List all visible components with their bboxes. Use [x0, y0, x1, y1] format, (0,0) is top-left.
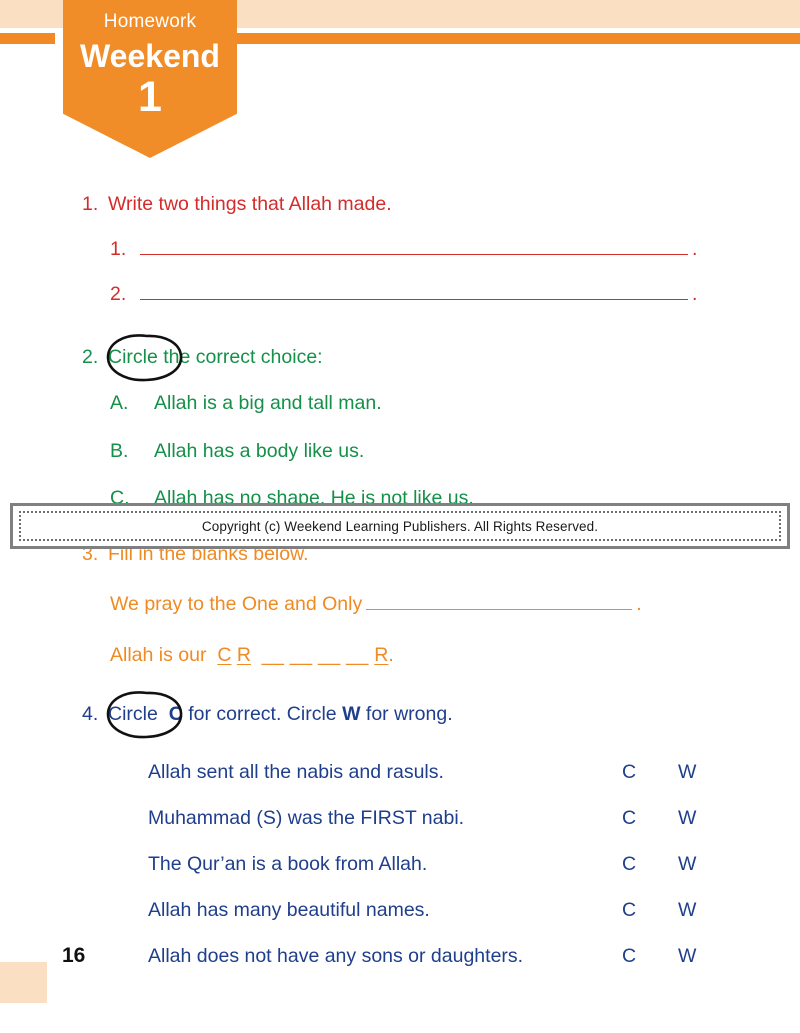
choice-wrong[interactable]: W — [678, 761, 696, 784]
question-1-heading: 1. Write two things that Allah made. — [82, 192, 722, 216]
option-b-letter: B. — [110, 439, 129, 462]
banner-title: Weekend — [80, 37, 220, 74]
option-row-a[interactable]: A. Allah is a big and tall man. — [110, 391, 722, 415]
header-band-orange-right — [237, 33, 800, 44]
table-row[interactable]: The Qur’an is a book from Allah. C W — [148, 853, 768, 899]
footer-accent-block — [0, 962, 47, 1003]
option-a-letter: A. — [110, 392, 129, 415]
question-2-number: 2. — [82, 346, 99, 368]
copyright-text: Copyright (c) Weekend Learning Publisher… — [201, 518, 599, 534]
question-1-answer-row-1[interactable]: 1. . — [110, 238, 722, 261]
banner-number: 1 — [138, 73, 162, 122]
statement-text: Muhammad (S) was the FIRST nabi. — [148, 807, 465, 829]
question-1: 1. Write two things that Allah made. 1. .… — [82, 192, 722, 306]
statement-text: Allah does not have any sons or daughter… — [148, 945, 524, 967]
choice-wrong[interactable]: W — [678, 807, 696, 830]
question-3: 3. Fill in the blanks below. We pray to t… — [82, 542, 722, 667]
blank-row-2-terminator: . — [388, 643, 394, 666]
question-4-label-w: W — [342, 703, 361, 725]
answer-row-2-terminator: . — [692, 282, 698, 305]
blank-slot-3[interactable]: __ — [318, 644, 341, 666]
question-1-prompt: Write two things that Allah made. — [108, 193, 392, 215]
blank-slot-4[interactable]: __ — [346, 644, 369, 666]
table-row[interactable]: Muhammad (S) was the FIRST nabi. C W — [148, 807, 768, 853]
header-band-orange-left — [0, 33, 55, 44]
statement-text: The Qur’an is a book from Allah. — [148, 853, 428, 875]
question-1-answer-row-2[interactable]: 2. . — [110, 283, 722, 306]
option-row-b[interactable]: B. Allah has a body like us. — [110, 439, 722, 463]
table-row[interactable]: Allah sent all the nabis and rasuls. C W — [148, 761, 768, 807]
answer-row-1-label: 1. — [110, 238, 127, 261]
statement-text: Allah has many beautiful names. — [148, 899, 430, 921]
blank-row-2-lead: Allah is our — [110, 643, 207, 666]
answer-row-1-terminator: . — [692, 238, 698, 261]
blank-row-1-terminator: . — [636, 593, 642, 616]
option-b-text: Allah has a body like us. — [154, 439, 365, 462]
choice-wrong[interactable]: W — [678, 853, 696, 876]
question-4-prompt-end: for wrong. — [365, 703, 453, 725]
blank-row-1-text: We pray to the One and Only — [110, 593, 363, 616]
question-4-label-c: C — [168, 703, 183, 725]
copyright-inner-frame: Copyright (c) Weekend Learning Publisher… — [19, 511, 781, 541]
header-band-peach-right — [237, 0, 800, 28]
question-2-prompt: the correct choice: — [163, 346, 323, 368]
blank-row-2-final-letter: R — [374, 643, 389, 666]
question-4: 4. Circle C for correct. Circle W for wro… — [82, 702, 722, 726]
question-2: 2. Circle the correct choice: A. Allah is … — [82, 345, 722, 511]
choice-wrong[interactable]: W — [678, 945, 696, 968]
question-4-heading: 4. Circle C for correct. Circle W for wro… — [82, 702, 722, 726]
choice-wrong[interactable]: W — [678, 899, 696, 922]
statement-text: Allah sent all the nabis and rasuls. — [148, 761, 444, 783]
question-3-blank-row-1[interactable]: We pray to the One and Only . — [110, 593, 722, 616]
copyright-overlay: Copyright (c) Weekend Learning Publisher… — [10, 503, 790, 549]
blank-line-1[interactable] — [366, 609, 633, 611]
question-3-blank-row-2[interactable]: Allah is our C R __ __ __ __ R. — [110, 643, 722, 667]
choice-correct[interactable]: C — [622, 761, 636, 784]
question-4-prompt-mid: for correct. Circle — [188, 703, 337, 725]
banner-kicker: Homework — [103, 11, 197, 32]
blank-slot-1[interactable]: __ — [262, 644, 285, 666]
question-4-number: 4. — [82, 703, 99, 725]
option-a-text: Allah is a big and tall man. — [154, 392, 382, 415]
answer-row-2-label: 2. — [110, 282, 127, 305]
question-2-heading: 2. Circle the correct choice: — [82, 345, 722, 369]
header-band-peach-left — [0, 0, 63, 28]
page-number: 16 — [62, 944, 86, 967]
question-2-circled-word: Circle — [108, 346, 158, 368]
answer-line-2[interactable] — [140, 298, 688, 300]
homework-banner: Homework Weekend 1 — [63, 0, 237, 158]
worksheet-page: Homework Weekend 1 1. Write two things th… — [0, 0, 800, 1033]
correct-wrong-list: Allah sent all the nabis and rasuls. C W… — [148, 761, 768, 991]
blank-row-2-letter-r: R — [236, 643, 251, 666]
choice-correct[interactable]: C — [622, 807, 636, 830]
table-row[interactable]: Allah has many beautiful names. C W — [148, 899, 768, 945]
answer-line-1[interactable] — [140, 254, 688, 256]
blank-slot-2[interactable]: __ — [290, 644, 313, 666]
question-4-circled-word: Circle — [108, 703, 158, 725]
table-row[interactable]: Allah does not have any sons or daughter… — [148, 945, 768, 991]
choice-correct[interactable]: C — [622, 945, 636, 968]
blank-row-2-letter-c: C — [217, 643, 232, 666]
question-1-number: 1. — [82, 193, 99, 215]
choice-correct[interactable]: C — [622, 899, 636, 922]
choice-correct[interactable]: C — [622, 853, 636, 876]
